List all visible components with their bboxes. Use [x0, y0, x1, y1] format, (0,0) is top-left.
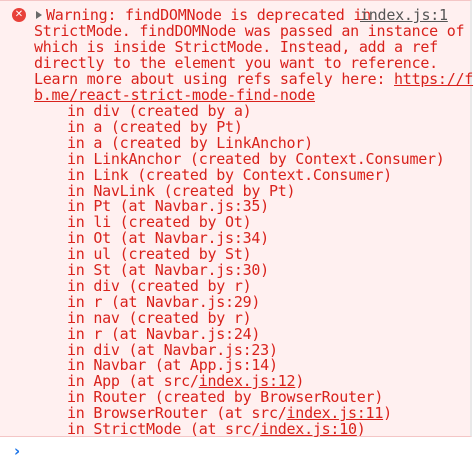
stack-trace-line: in div (created by a)	[67, 103, 252, 119]
stack-trace-line: in Link (created by Context.Consumer)	[67, 167, 392, 183]
stack-trace-line: in St (at Navbar.js:30)	[67, 262, 269, 278]
warning-message-line: which is inside StrictMode. Instead, add…	[34, 38, 438, 56]
stack-trace-line: in Pt (at Navbar.js:35)	[67, 198, 269, 214]
stack-trace-line: in a (created by LinkAnchor)	[67, 135, 313, 151]
disclosure-triangle-icon[interactable]	[36, 11, 42, 19]
warning-message-line: Learn more about using refs safely here:…	[34, 71, 473, 87]
stack-trace-text-end: )	[356, 420, 366, 438]
stack-trace-text-end: )	[383, 404, 392, 423]
warning-message-line: directly to the element you want to refe…	[34, 54, 438, 72]
stack-trace-line: in div (at Navbar.js:23)	[67, 342, 278, 358]
stack-trace-line: in r (at Navbar.js:24)	[67, 326, 260, 342]
stack-trace-line: in li (created by Ot)	[67, 214, 252, 230]
prompt-chevron-icon: ›	[14, 442, 21, 460]
stack-trace-line: in StrictMode (at src/index.js:10)	[67, 421, 366, 437]
stack-trace-line: in ul (created by St)	[67, 246, 252, 262]
console-error-message: ✕ Warning: findDOMNode is deprecated in …	[0, 0, 474, 437]
stack-trace-line: in div (created by r)	[67, 278, 252, 294]
source-link[interactable]: index.js:1	[360, 7, 448, 23]
stack-trace-line: in App (at src/index.js:12)	[67, 373, 304, 389]
stack-trace-line: in Ot (at Navbar.js:34)	[67, 230, 269, 246]
error-circle-x-icon: ✕	[12, 8, 26, 22]
stack-trace-text: in StrictMode (at src/	[67, 420, 261, 438]
stack-trace-line: in LinkAnchor (created by Context.Consum…	[67, 151, 445, 167]
stack-trace-source-link[interactable]: index.js:10	[260, 420, 357, 438]
warning-message-line: b.me/react-strict-mode-find-node	[34, 87, 315, 103]
warning-message-line: StrictMode. findDOMNode was passed an in…	[34, 22, 474, 40]
console-prompt[interactable]: ›	[0, 438, 472, 467]
console-input[interactable]	[34, 441, 468, 463]
stack-trace-line: in BrowserRouter (at src/index.js:11)	[67, 405, 392, 421]
docs-link[interactable]: https://f	[394, 70, 473, 88]
stack-trace-line: in Router (created by BrowserRouter)	[67, 389, 383, 405]
warning-message-line: Warning: findDOMNode is deprecated in	[46, 6, 371, 24]
stack-trace-line: in nav (created by r)	[67, 310, 252, 326]
stack-trace-line: in a (created by Pt)	[67, 119, 243, 135]
stack-trace-line: in Navbar (at App.js:14)	[67, 357, 278, 373]
stack-trace-line: in NavLink (created by Pt)	[67, 183, 296, 199]
stack-trace-line: in r (at Navbar.js:29)	[67, 294, 260, 310]
